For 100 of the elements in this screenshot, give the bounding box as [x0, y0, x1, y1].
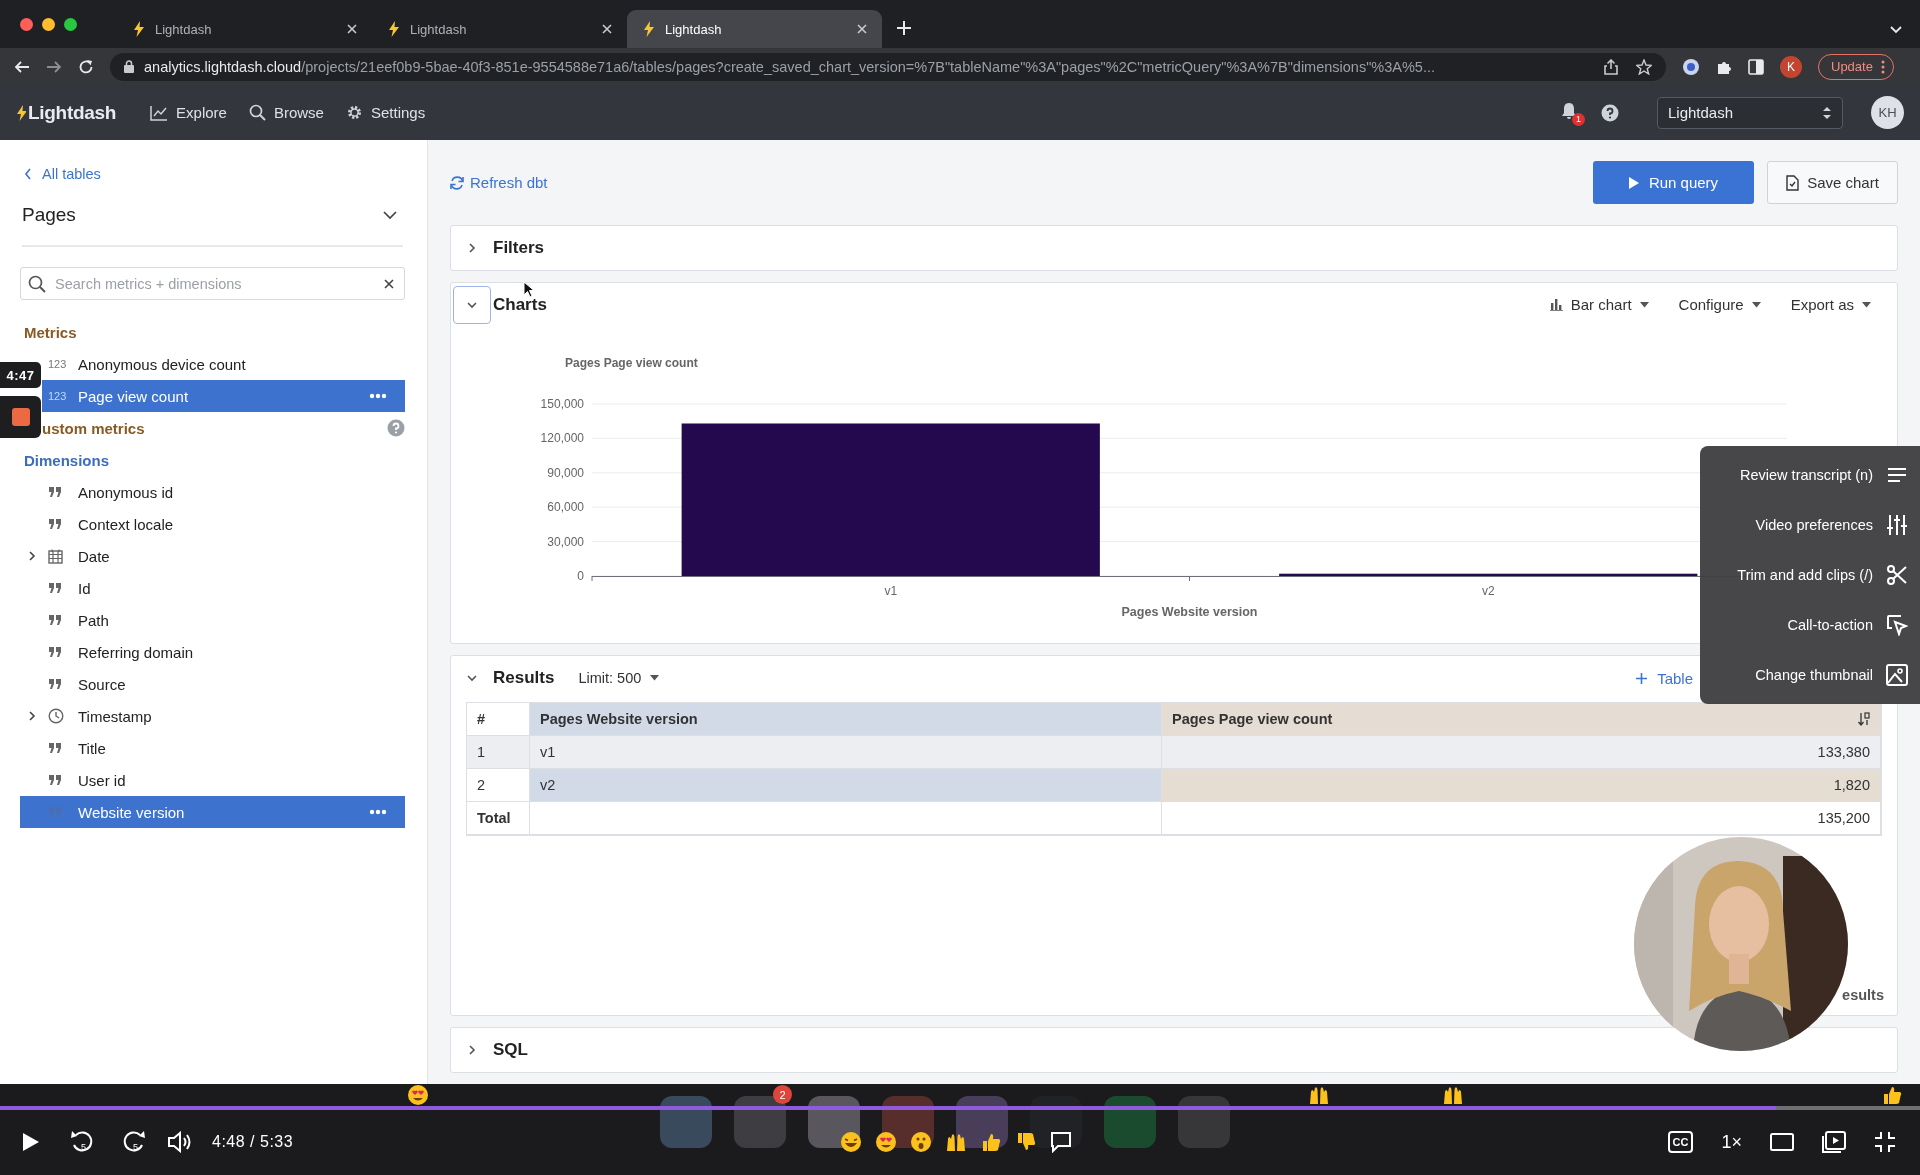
limit-select[interactable]: Limit: 500: [572, 669, 666, 688]
menu-item[interactable]: Trim and add clips (/): [1700, 550, 1920, 600]
field-item[interactable]: 123 Page view count: [42, 380, 405, 412]
chevron-left-icon: [24, 168, 32, 180]
type-label: 123: [48, 358, 67, 370]
close-window-button[interactable]: [20, 17, 33, 31]
extension-icon[interactable]: [1682, 57, 1700, 76]
section-title[interactable]: Filters: [493, 237, 545, 258]
play-icon: [1628, 176, 1639, 189]
caret-icon: [1862, 301, 1871, 308]
menu-item[interactable]: Review transcript (n): [1700, 450, 1920, 500]
app-logo[interactable]: Lightdash: [28, 101, 117, 124]
section-title[interactable]: Charts: [493, 294, 547, 315]
menu-item[interactable]: Change thumbnail: [1700, 650, 1920, 700]
chart-menu[interactable]: Bar chart: [1548, 296, 1649, 314]
add-calculation-button[interactable]: Table: [1630, 668, 1699, 688]
back-arrow-icon[interactable]: [14, 58, 30, 75]
more-icon[interactable]: [369, 393, 387, 399]
chart-menu[interactable]: Export as: [1790, 296, 1871, 314]
project-select[interactable]: Lightdash: [1657, 96, 1843, 129]
field-item[interactable]: Title: [20, 732, 405, 764]
address-bar[interactable]: analytics.lightdash.cloud/projects/21eef0b9-5bae-40f3-851e-9554588e71a6/tables/pages?create_saved_chart_version=%7B"tableName"%3A"pages"%2C"metricQuery"%3A%7B"dimensions"%3A%5...: [110, 52, 1666, 81]
refresh-link[interactable]: Refresh dbt: [450, 174, 548, 192]
thumbs-down-icon[interactable]: [1015, 1131, 1037, 1153]
menu-item[interactable]: Video preferences: [1700, 500, 1920, 550]
section-title[interactable]: SQL: [493, 1040, 528, 1060]
type-label: 123: [48, 390, 67, 402]
chevron-down-icon[interactable]: [383, 210, 397, 220]
laughing-emoji-icon[interactable]: [840, 1131, 862, 1153]
heart-eyes-emoji-icon[interactable]: [407, 1084, 429, 1106]
field-item[interactable]: Context locale: [20, 508, 405, 540]
field-item[interactable]: Date: [20, 540, 405, 572]
table-cell[interactable]: 133,380: [1162, 736, 1881, 770]
thumbs-up-icon[interactable]: [980, 1131, 1002, 1153]
field-item[interactable]: Path: [20, 604, 405, 636]
help-icon[interactable]: [1601, 103, 1619, 122]
results-link[interactable]: esults: [1842, 987, 1884, 1003]
user-avatar[interactable]: KH: [1871, 96, 1904, 129]
notifications-button[interactable]: 1: [1559, 99, 1585, 126]
chevron-right-icon[interactable]: [466, 241, 478, 254]
field-item[interactable]: Source: [20, 668, 405, 700]
column-header[interactable]: Pages Page view count: [1162, 703, 1881, 737]
save-chart-button[interactable]: Save chart: [1767, 161, 1898, 205]
run-query-button[interactable]: Run query: [1593, 161, 1754, 205]
close-icon[interactable]: [346, 23, 358, 35]
thumbs-up-icon[interactable]: [1881, 1084, 1903, 1106]
nav-item[interactable]: Browse: [248, 104, 324, 121]
star-icon[interactable]: [1636, 58, 1652, 75]
plus-icon[interactable]: [896, 20, 912, 36]
field-item[interactable]: Timestamp: [20, 700, 405, 732]
field-item[interactable]: Id: [20, 572, 405, 604]
heart-eyes-emoji-icon[interactable]: [875, 1131, 897, 1153]
table-cell[interactable]: v2: [530, 769, 1162, 803]
chevron-right-icon[interactable]: [26, 550, 38, 562]
surprised-emoji-icon[interactable]: [910, 1131, 932, 1153]
table-cell[interactable]: v1: [530, 736, 1162, 770]
bar[interactable]: [1279, 573, 1698, 576]
side-panel-icon[interactable]: [1748, 58, 1764, 75]
stop-recording-button[interactable]: [0, 396, 41, 438]
nav-item[interactable]: Settings: [345, 104, 426, 121]
theater-icon: [1770, 1133, 1794, 1151]
maximize-window-button[interactable]: [64, 17, 77, 31]
section-title[interactable]: Results: [493, 668, 555, 689]
field-item[interactable]: User id: [20, 764, 405, 796]
close-icon[interactable]: [856, 23, 868, 35]
table-cell: 1: [467, 736, 530, 770]
field-item[interactable]: Anonymous id: [20, 476, 405, 508]
field-item[interactable]: 123 Anonymous device count: [42, 348, 405, 380]
forward-arrow-icon[interactable]: [46, 58, 62, 75]
bar-chart-icon: [1548, 298, 1563, 312]
profile-avatar[interactable]: K: [1780, 55, 1802, 78]
section-heading: ustom metrics: [42, 419, 145, 437]
search-field[interactable]: Search metrics + dimensions: [20, 267, 405, 300]
field-item[interactable]: Website version: [20, 796, 405, 828]
picture-in-picture-button[interactable]: [1822, 1131, 1846, 1153]
more-icon[interactable]: [369, 809, 387, 815]
comment-icon[interactable]: [1050, 1131, 1072, 1153]
column-header[interactable]: Pages Website version: [530, 703, 1162, 737]
browser-tab[interactable]: Lightdash: [627, 10, 882, 48]
clear-icon[interactable]: [383, 278, 395, 290]
chevron-right-icon[interactable]: [26, 710, 38, 722]
settings-icon: [345, 104, 363, 121]
theater-button[interactable]: [1770, 1133, 1794, 1151]
browser-tab[interactable]: Lightdash: [117, 10, 372, 48]
reload-icon[interactable]: [78, 58, 94, 75]
close-icon[interactable]: [601, 23, 613, 35]
minimize-window-button[interactable]: [42, 17, 55, 31]
table-cell[interactable]: 1,820: [1162, 769, 1881, 803]
chevron-right-icon[interactable]: [466, 1044, 478, 1056]
chart-menu[interactable]: Configure: [1678, 296, 1761, 314]
section-heading: Dimensions: [24, 451, 110, 469]
share-icon[interactable]: [1604, 58, 1618, 75]
exit-fullscreen-button[interactable]: [1874, 1131, 1896, 1153]
menu-item[interactable]: Call-to-action: [1700, 600, 1920, 650]
nav-item[interactable]: Explore: [150, 104, 227, 121]
captions-button[interactable]: CC: [1667, 1131, 1694, 1153]
back-link[interactable]: All tables: [20, 166, 405, 182]
field-item[interactable]: Referring domain: [20, 636, 405, 668]
speed-button[interactable]: 1×: [1721, 1131, 1742, 1153]
browser-tab[interactable]: Lightdash: [372, 10, 627, 48]
